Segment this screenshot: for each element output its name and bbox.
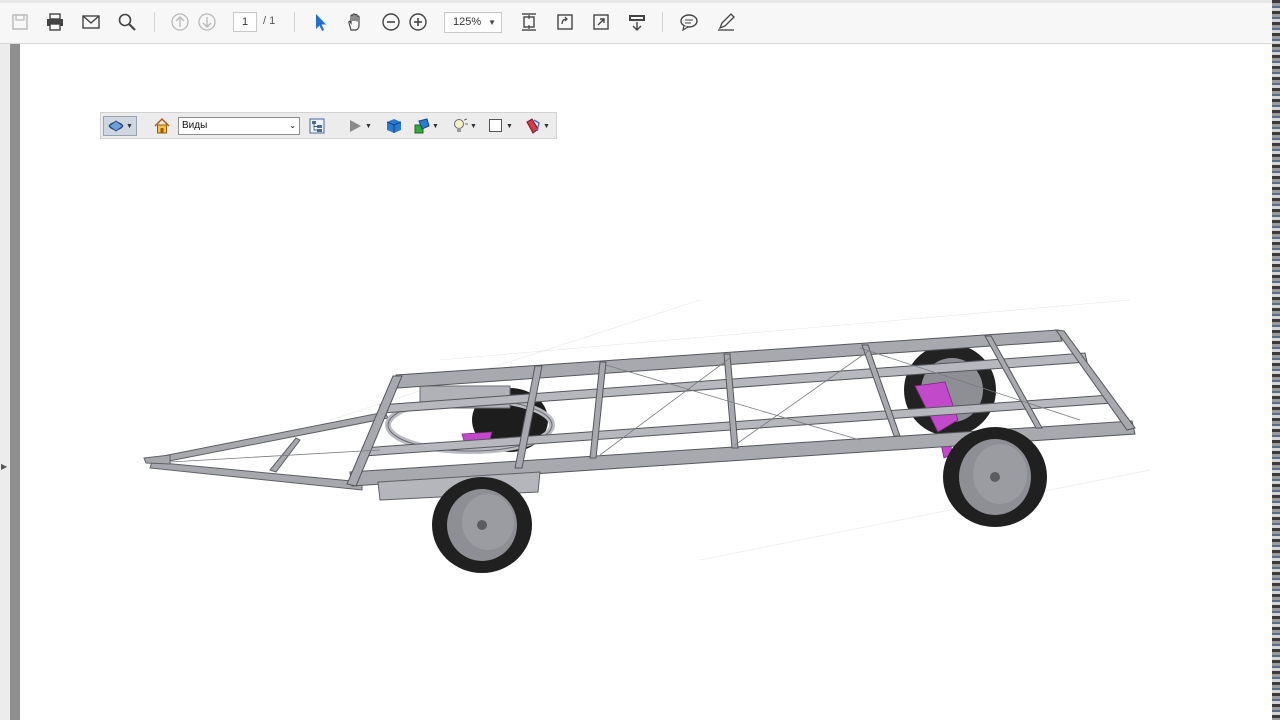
save-icon[interactable] — [9, 11, 31, 33]
cross-section-icon — [526, 118, 540, 134]
toolbar-separator — [154, 12, 155, 32]
chevron-down-icon: ▼ — [365, 122, 372, 130]
search-icon[interactable] — [116, 11, 138, 33]
render-mode-icon — [414, 118, 430, 134]
toolbar-separator — [662, 12, 663, 32]
rotate-3d-icon — [108, 120, 124, 132]
page-down-icon[interactable] — [196, 11, 218, 33]
trailer-chassis-model[interactable] — [20, 44, 1272, 720]
expand-panel-icon[interactable]: ▶ — [1, 462, 7, 471]
print-icon[interactable] — [44, 11, 66, 33]
front-near-wheel — [432, 477, 532, 573]
zoom-level-select[interactable]: 125% ▼ — [444, 12, 502, 33]
toolbar-separator — [294, 12, 295, 32]
projection-button[interactable] — [385, 116, 403, 136]
chevron-down-icon: ⌄ — [289, 121, 296, 130]
zoom-level-value: 125% — [453, 16, 482, 28]
rear-near-wheel — [943, 427, 1047, 527]
projection-cube-icon — [386, 119, 402, 133]
tab-strip — [0, 0, 1272, 3]
comment-icon[interactable] — [678, 11, 700, 33]
chevron-down-icon: ▼ — [543, 122, 550, 130]
chevron-down-icon: ▼ — [470, 122, 477, 130]
zoom-out-icon[interactable] — [380, 11, 402, 33]
chevron-down-icon: ▼ — [432, 122, 439, 130]
background-color-icon — [489, 119, 502, 132]
chevron-down-icon: ▼ — [506, 122, 513, 130]
sign-pen-icon[interactable] — [715, 11, 737, 33]
scroll-mode-icon[interactable] — [626, 11, 648, 33]
background-color-button[interactable]: ▼ — [487, 116, 513, 136]
chevron-down-icon: ▼ — [488, 18, 496, 27]
right-edge-strip — [1272, 0, 1280, 720]
home-view-button[interactable] — [153, 116, 171, 136]
model-tree-icon — [309, 118, 325, 134]
page-total-label: / 1 — [263, 15, 276, 27]
play-animation-button[interactable]: ▼ — [346, 116, 372, 136]
3d-canvas[interactable] — [20, 44, 1272, 720]
page-up-icon[interactable] — [169, 11, 191, 33]
views-select[interactable]: Виды ⌄ — [178, 117, 300, 135]
3d-toolbar: ▼ Виды ⌄ ▼ ▼ ▼ ▼ ▼ — [100, 112, 557, 139]
render-mode-button[interactable]: ▼ — [413, 116, 439, 136]
page-number-input[interactable]: 1 — [233, 12, 257, 32]
fit-page-icon[interactable] — [518, 11, 540, 33]
main-toolbar: 1 / 1 125% ▼ — [0, 0, 1272, 44]
rotate-3d-button[interactable]: ▼ — [103, 116, 137, 136]
left-panel-strip: ▶ — [0, 44, 10, 720]
play-icon — [350, 120, 361, 132]
chevron-down-icon: ▼ — [126, 122, 133, 130]
hand-icon[interactable] — [344, 11, 366, 33]
home-icon — [154, 117, 170, 134]
email-icon[interactable] — [80, 11, 102, 33]
model-tree-button[interactable] — [308, 116, 326, 136]
lighting-button[interactable]: ▼ — [451, 116, 477, 136]
rotate-icon[interactable] — [554, 11, 576, 33]
cross-section-button[interactable]: ▼ — [524, 116, 550, 136]
select-arrow-icon[interactable] — [309, 11, 331, 33]
zoom-in-icon[interactable] — [407, 11, 429, 33]
views-select-value: Виды — [182, 120, 208, 131]
document-left-edge — [10, 44, 20, 720]
lighting-icon — [454, 118, 468, 132]
fullscreen-icon[interactable] — [590, 11, 612, 33]
